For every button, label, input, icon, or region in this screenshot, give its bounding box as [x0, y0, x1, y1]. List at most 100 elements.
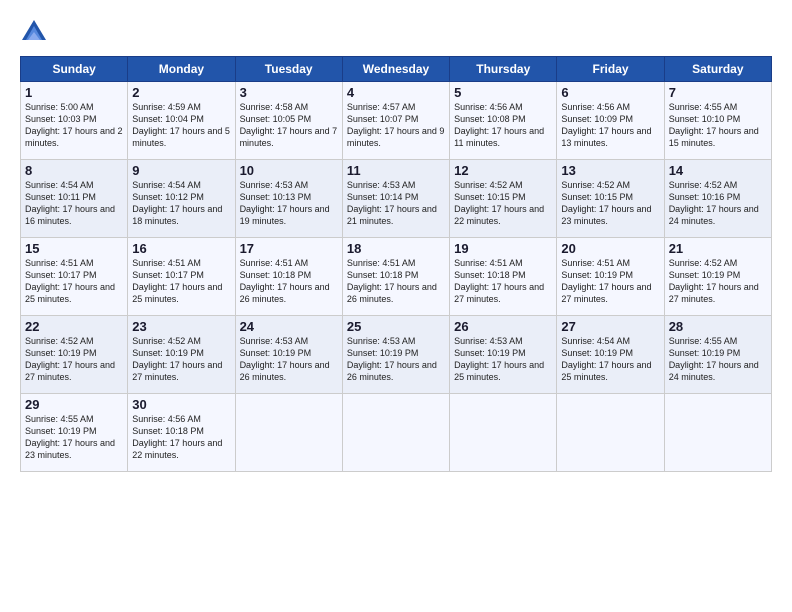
day-number: 10 [240, 163, 338, 178]
day-cell: 11Sunrise: 4:53 AMSunset: 10:14 PMDaylig… [342, 160, 449, 238]
day-info: Sunrise: 4:51 AMSunset: 10:18 PMDaylight… [454, 257, 552, 306]
day-cell: 30Sunrise: 4:56 AMSunset: 10:18 PMDaylig… [128, 394, 235, 472]
day-number: 7 [669, 85, 767, 100]
day-info: Sunrise: 4:51 AMSunset: 10:17 PMDaylight… [25, 257, 123, 306]
day-info: Sunrise: 4:56 AMSunset: 10:18 PMDaylight… [132, 413, 230, 462]
day-cell [450, 394, 557, 472]
day-info: Sunrise: 4:57 AMSunset: 10:07 PMDaylight… [347, 101, 445, 150]
header-row: SundayMondayTuesdayWednesdayThursdayFrid… [21, 57, 772, 82]
day-info: Sunrise: 4:52 AMSunset: 10:19 PMDaylight… [669, 257, 767, 306]
day-number: 2 [132, 85, 230, 100]
day-cell: 6Sunrise: 4:56 AMSunset: 10:09 PMDayligh… [557, 82, 664, 160]
day-info: Sunrise: 4:51 AMSunset: 10:19 PMDaylight… [561, 257, 659, 306]
day-info: Sunrise: 4:59 AMSunset: 10:04 PMDaylight… [132, 101, 230, 150]
calendar-table: SundayMondayTuesdayWednesdayThursdayFrid… [20, 56, 772, 472]
day-cell: 29Sunrise: 4:55 AMSunset: 10:19 PMDaylig… [21, 394, 128, 472]
day-info: Sunrise: 4:54 AMSunset: 10:19 PMDaylight… [561, 335, 659, 384]
day-cell: 4Sunrise: 4:57 AMSunset: 10:07 PMDayligh… [342, 82, 449, 160]
day-cell: 26Sunrise: 4:53 AMSunset: 10:19 PMDaylig… [450, 316, 557, 394]
day-info: Sunrise: 4:54 AMSunset: 10:11 PMDaylight… [25, 179, 123, 228]
day-cell: 1Sunrise: 5:00 AMSunset: 10:03 PMDayligh… [21, 82, 128, 160]
day-number: 9 [132, 163, 230, 178]
day-cell: 9Sunrise: 4:54 AMSunset: 10:12 PMDayligh… [128, 160, 235, 238]
day-number: 14 [669, 163, 767, 178]
day-cell: 24Sunrise: 4:53 AMSunset: 10:19 PMDaylig… [235, 316, 342, 394]
day-info: Sunrise: 4:54 AMSunset: 10:12 PMDaylight… [132, 179, 230, 228]
day-number: 30 [132, 397, 230, 412]
page: SundayMondayTuesdayWednesdayThursdayFrid… [0, 0, 792, 612]
day-cell: 13Sunrise: 4:52 AMSunset: 10:15 PMDaylig… [557, 160, 664, 238]
day-info: Sunrise: 4:53 AMSunset: 10:19 PMDaylight… [454, 335, 552, 384]
day-number: 20 [561, 241, 659, 256]
day-info: Sunrise: 4:52 AMSunset: 10:19 PMDaylight… [25, 335, 123, 384]
day-number: 3 [240, 85, 338, 100]
day-cell: 12Sunrise: 4:52 AMSunset: 10:15 PMDaylig… [450, 160, 557, 238]
col-header-saturday: Saturday [664, 57, 771, 82]
day-cell: 16Sunrise: 4:51 AMSunset: 10:17 PMDaylig… [128, 238, 235, 316]
day-number: 26 [454, 319, 552, 334]
day-info: Sunrise: 4:55 AMSunset: 10:19 PMDaylight… [25, 413, 123, 462]
day-cell: 15Sunrise: 4:51 AMSunset: 10:17 PMDaylig… [21, 238, 128, 316]
day-info: Sunrise: 4:52 AMSunset: 10:15 PMDaylight… [454, 179, 552, 228]
day-number: 1 [25, 85, 123, 100]
day-number: 23 [132, 319, 230, 334]
day-cell: 7Sunrise: 4:55 AMSunset: 10:10 PMDayligh… [664, 82, 771, 160]
day-cell: 18Sunrise: 4:51 AMSunset: 10:18 PMDaylig… [342, 238, 449, 316]
day-cell: 17Sunrise: 4:51 AMSunset: 10:18 PMDaylig… [235, 238, 342, 316]
logo-icon [20, 18, 48, 46]
day-cell: 22Sunrise: 4:52 AMSunset: 10:19 PMDaylig… [21, 316, 128, 394]
day-cell: 5Sunrise: 4:56 AMSunset: 10:08 PMDayligh… [450, 82, 557, 160]
day-cell: 28Sunrise: 4:55 AMSunset: 10:19 PMDaylig… [664, 316, 771, 394]
day-info: Sunrise: 4:53 AMSunset: 10:13 PMDaylight… [240, 179, 338, 228]
day-number: 27 [561, 319, 659, 334]
day-cell [342, 394, 449, 472]
day-number: 16 [132, 241, 230, 256]
day-info: Sunrise: 4:55 AMSunset: 10:10 PMDaylight… [669, 101, 767, 150]
day-info: Sunrise: 4:53 AMSunset: 10:19 PMDaylight… [347, 335, 445, 384]
week-row-1: 1Sunrise: 5:00 AMSunset: 10:03 PMDayligh… [21, 82, 772, 160]
day-number: 6 [561, 85, 659, 100]
day-info: Sunrise: 4:51 AMSunset: 10:18 PMDaylight… [347, 257, 445, 306]
col-header-wednesday: Wednesday [342, 57, 449, 82]
day-number: 15 [25, 241, 123, 256]
day-cell: 3Sunrise: 4:58 AMSunset: 10:05 PMDayligh… [235, 82, 342, 160]
day-cell: 10Sunrise: 4:53 AMSunset: 10:13 PMDaylig… [235, 160, 342, 238]
day-number: 13 [561, 163, 659, 178]
week-row-3: 15Sunrise: 4:51 AMSunset: 10:17 PMDaylig… [21, 238, 772, 316]
day-info: Sunrise: 4:51 AMSunset: 10:18 PMDaylight… [240, 257, 338, 306]
day-info: Sunrise: 4:58 AMSunset: 10:05 PMDaylight… [240, 101, 338, 150]
day-number: 11 [347, 163, 445, 178]
day-number: 25 [347, 319, 445, 334]
day-info: Sunrise: 4:55 AMSunset: 10:19 PMDaylight… [669, 335, 767, 384]
day-info: Sunrise: 4:51 AMSunset: 10:17 PMDaylight… [132, 257, 230, 306]
day-number: 21 [669, 241, 767, 256]
day-number: 22 [25, 319, 123, 334]
header [20, 18, 772, 46]
day-number: 12 [454, 163, 552, 178]
day-number: 24 [240, 319, 338, 334]
day-number: 8 [25, 163, 123, 178]
day-number: 18 [347, 241, 445, 256]
day-cell: 23Sunrise: 4:52 AMSunset: 10:19 PMDaylig… [128, 316, 235, 394]
day-number: 4 [347, 85, 445, 100]
day-cell: 19Sunrise: 4:51 AMSunset: 10:18 PMDaylig… [450, 238, 557, 316]
day-info: Sunrise: 4:52 AMSunset: 10:16 PMDaylight… [669, 179, 767, 228]
day-number: 29 [25, 397, 123, 412]
day-cell: 25Sunrise: 4:53 AMSunset: 10:19 PMDaylig… [342, 316, 449, 394]
day-info: Sunrise: 4:53 AMSunset: 10:19 PMDaylight… [240, 335, 338, 384]
day-cell: 8Sunrise: 4:54 AMSunset: 10:11 PMDayligh… [21, 160, 128, 238]
day-number: 28 [669, 319, 767, 334]
col-header-sunday: Sunday [21, 57, 128, 82]
col-header-tuesday: Tuesday [235, 57, 342, 82]
col-header-friday: Friday [557, 57, 664, 82]
day-number: 19 [454, 241, 552, 256]
day-number: 17 [240, 241, 338, 256]
week-row-4: 22Sunrise: 4:52 AMSunset: 10:19 PMDaylig… [21, 316, 772, 394]
day-cell: 2Sunrise: 4:59 AMSunset: 10:04 PMDayligh… [128, 82, 235, 160]
col-header-thursday: Thursday [450, 57, 557, 82]
day-number: 5 [454, 85, 552, 100]
day-info: Sunrise: 5:00 AMSunset: 10:03 PMDaylight… [25, 101, 123, 150]
day-info: Sunrise: 4:56 AMSunset: 10:09 PMDaylight… [561, 101, 659, 150]
day-info: Sunrise: 4:56 AMSunset: 10:08 PMDaylight… [454, 101, 552, 150]
day-cell: 14Sunrise: 4:52 AMSunset: 10:16 PMDaylig… [664, 160, 771, 238]
